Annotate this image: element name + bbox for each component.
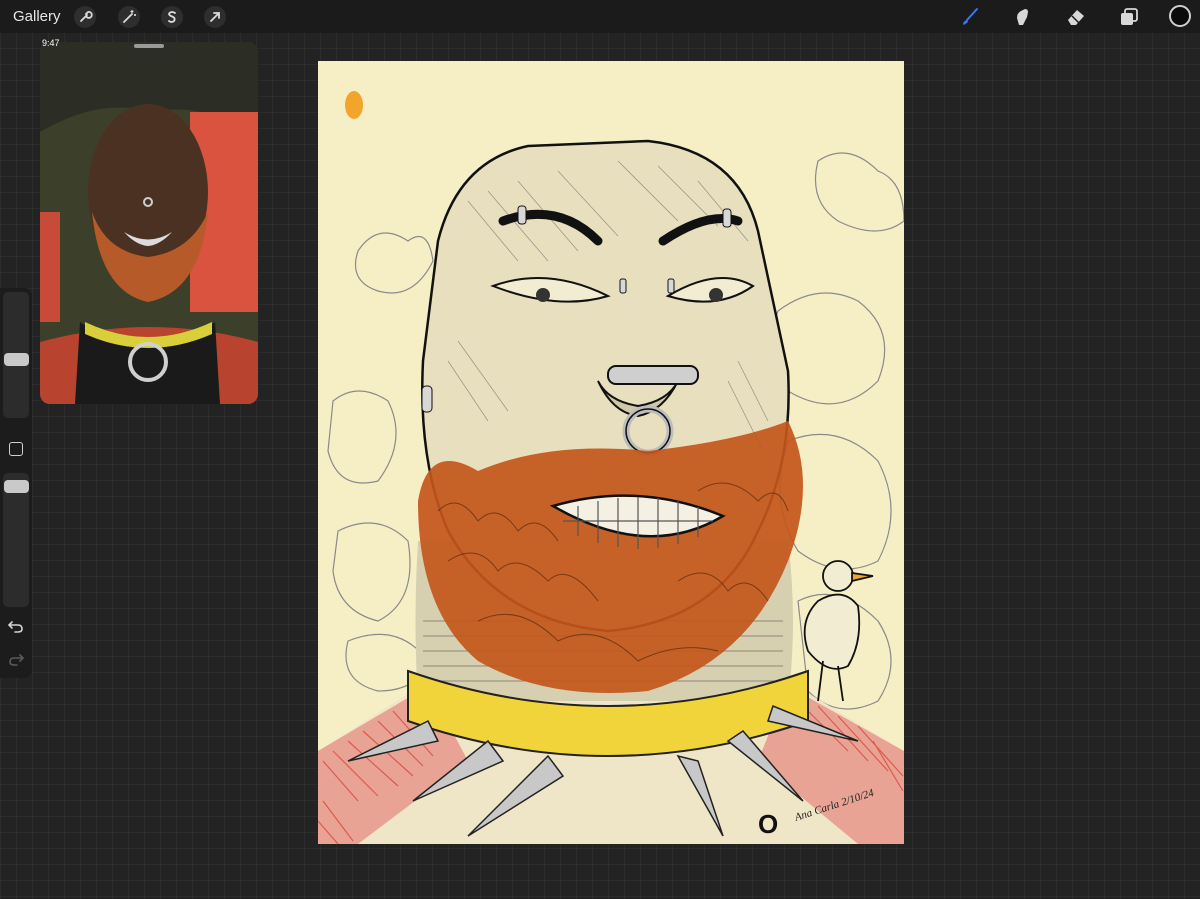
artwork: O Ana Carla 2/10/24 bbox=[318, 91, 904, 844]
reference-drag-handle[interactable] bbox=[134, 44, 164, 48]
reference-window[interactable] bbox=[40, 42, 258, 404]
gallery-button[interactable]: Gallery bbox=[13, 8, 61, 25]
collar-letter: O bbox=[758, 809, 778, 839]
drawing-canvas[interactable]: O Ana Carla 2/10/24 bbox=[318, 61, 904, 844]
brush-opacity-slider[interactable] bbox=[3, 473, 29, 607]
brush-opacity-thumb[interactable] bbox=[4, 480, 29, 493]
selection-s-icon[interactable] bbox=[160, 5, 184, 29]
brush-icon[interactable] bbox=[958, 5, 982, 29]
magic-wand-icon[interactable] bbox=[117, 5, 141, 29]
color-swatch[interactable] bbox=[1169, 5, 1191, 27]
redo-icon[interactable] bbox=[7, 650, 25, 668]
layers-icon[interactable] bbox=[1117, 5, 1141, 29]
sidebar bbox=[0, 288, 32, 678]
brush-size-thumb[interactable] bbox=[4, 353, 29, 366]
reference-photo bbox=[40, 42, 258, 404]
top-toolbar: Gallery bbox=[0, 0, 1200, 33]
wrench-icon[interactable] bbox=[73, 5, 97, 29]
arrow-cursor-icon[interactable] bbox=[203, 5, 227, 29]
undo-icon[interactable] bbox=[7, 617, 25, 635]
smudge-finger-icon[interactable] bbox=[1011, 5, 1035, 29]
eraser-icon[interactable] bbox=[1064, 5, 1088, 29]
modify-square-icon[interactable] bbox=[9, 442, 23, 456]
reference-time: 9:47 bbox=[42, 38, 60, 48]
